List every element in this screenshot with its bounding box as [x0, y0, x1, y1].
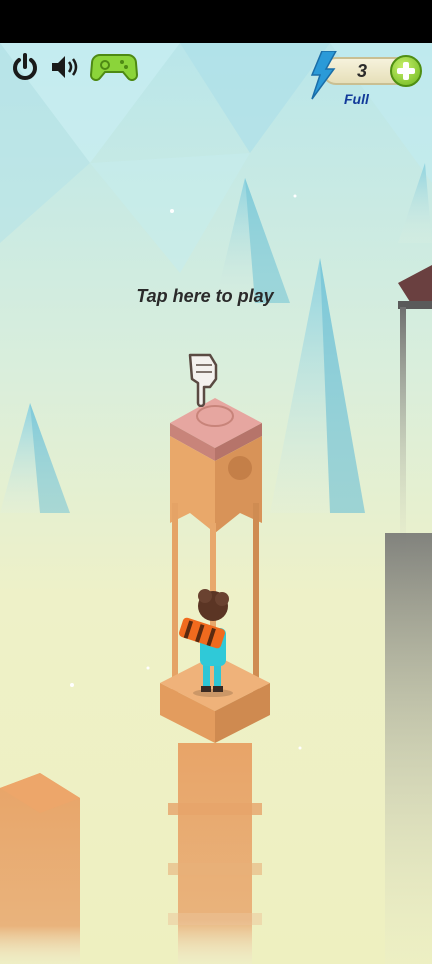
add-energy-button[interactable]: [390, 55, 422, 87]
hud-top-bar: 3 Full: [0, 43, 432, 113]
power-icon: [13, 53, 37, 80]
speaker-icon: [52, 56, 78, 78]
tap-to-play-prompt[interactable]: Tap here to play: [0, 286, 410, 307]
power-button[interactable]: [8, 49, 42, 85]
game-scene[interactable]: [0, 43, 432, 964]
gamepad-icon: [90, 54, 138, 81]
scene-artwork: [0, 43, 432, 964]
sound-button[interactable]: [48, 49, 84, 85]
energy-count: 3: [356, 61, 367, 81]
plus-icon: [397, 62, 415, 80]
energy-meter: 3 Full: [308, 51, 426, 111]
pointing-hand-icon[interactable]: [186, 351, 226, 407]
lightning-icon: [310, 51, 337, 100]
gamepad-button[interactable]: [90, 49, 138, 85]
energy-status: Full: [344, 91, 369, 107]
status-bar: [0, 0, 432, 43]
